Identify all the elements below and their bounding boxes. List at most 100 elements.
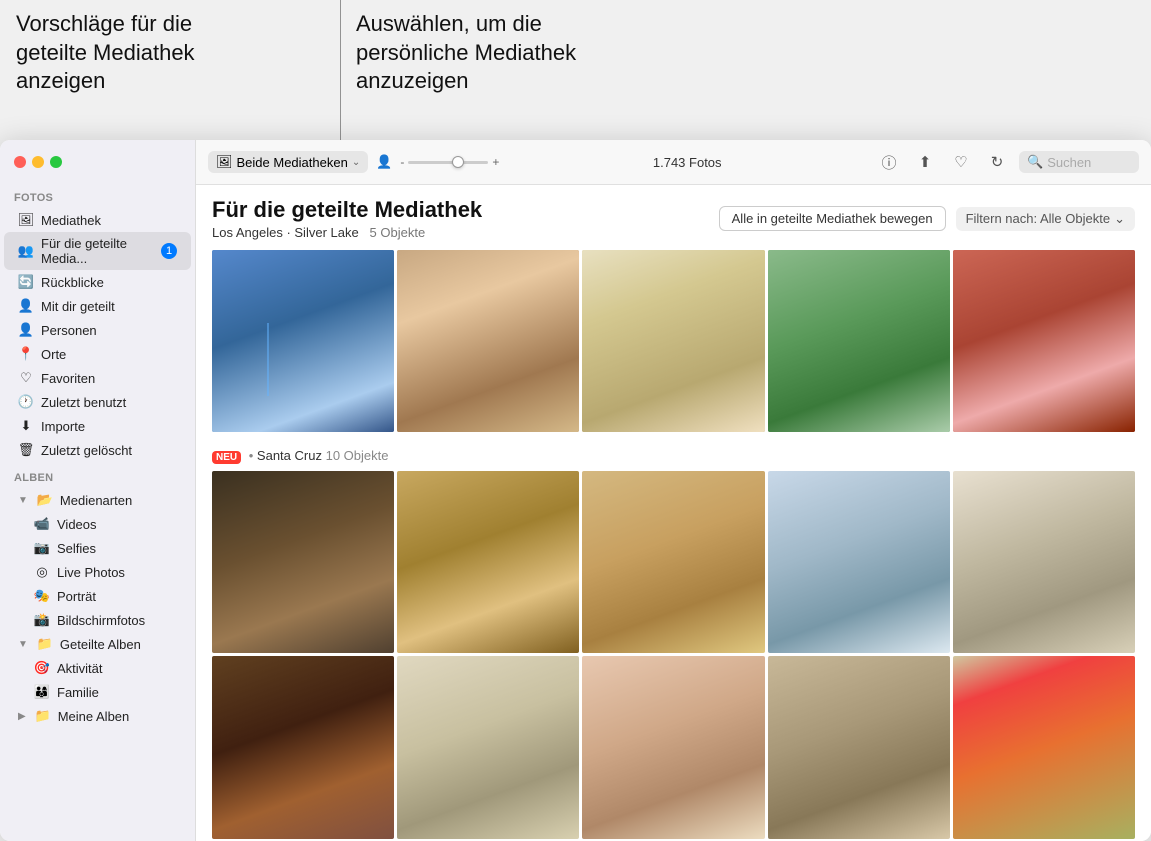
photo-cell[interactable] — [953, 471, 1135, 653]
sidebar-item-videos[interactable]: 📹 Videos — [4, 512, 191, 536]
search-bar[interactable]: 🔍 Suchen — [1019, 151, 1139, 173]
section-actions: Alle in geteilte Mediathek bewegen Filte… — [719, 206, 1135, 231]
imports-icon: ⬇ — [18, 418, 34, 434]
sidebar-item-medienarten[interactable]: ▼ 📂 Medienarten — [4, 488, 191, 512]
move-to-shared-button[interactable]: Alle in geteilte Mediathek bewegen — [719, 206, 946, 231]
photo-cell[interactable] — [768, 471, 950, 653]
live-photos-icon: ◎ — [34, 564, 50, 580]
toolbar-center: 1.743 Fotos — [507, 155, 867, 170]
sidebar-item-aktivitaet[interactable]: 🎯 Aktivität — [4, 656, 191, 680]
toolbar: 🖼 Beide Mediatheken ⌄ 👤 - + 1.743 Fotos … — [196, 140, 1151, 185]
section-title: Für die geteilte Mediathek — [212, 197, 482, 223]
photo-cell[interactable] — [212, 250, 394, 432]
photo-grid-2 — [212, 471, 1135, 838]
portrait-icon: 🎭 — [34, 588, 50, 604]
annotation-left: Vorschläge für die geteilte Mediathek an… — [0, 0, 340, 140]
photo-cell[interactable] — [212, 656, 394, 838]
photo-cell[interactable] — [397, 471, 579, 653]
filter-label: Filtern nach: Alle Objekte — [966, 211, 1111, 226]
library-icon: 🖼 — [18, 212, 34, 228]
photo-cell[interactable] — [397, 250, 579, 432]
search-icon: 🔍 — [1027, 154, 1043, 170]
sidebar-badge: 1 — [161, 243, 177, 259]
sidebar-item-favoriten[interactable]: ♡ Favoriten — [4, 366, 191, 390]
sidebar-item-label: Porträt — [57, 589, 96, 604]
faces-icon: 👤 — [376, 154, 392, 169]
search-placeholder: Suchen — [1047, 155, 1091, 170]
photo-cell[interactable] — [212, 471, 394, 653]
recently-deleted-icon: 🗑 — [18, 442, 34, 458]
shared-albums-icon: 📁 — [37, 636, 53, 652]
sidebar-item-label: Videos — [57, 517, 97, 532]
slider-thumb[interactable] — [452, 156, 464, 168]
sidebar-item-label: Zuletzt benutzt — [41, 395, 126, 410]
sidebar-item-geteilte-alben[interactable]: ▼ 📁 Geteilte Alben — [4, 632, 191, 656]
photo-cell[interactable] — [397, 656, 579, 838]
photo-cell[interactable] — [582, 250, 764, 432]
sidebar-item-live-photos[interactable]: ◎ Live Photos — [4, 560, 191, 584]
sidebar-item-label: Meine Alben — [58, 709, 130, 724]
favorites-icon: ♡ — [18, 370, 34, 386]
photo-cell[interactable] — [953, 656, 1135, 838]
sidebar-item-label: Personen — [41, 323, 97, 338]
zoom-plus-icon[interactable]: + — [492, 155, 499, 169]
location-label: Los Angeles · Silver Lake — [212, 225, 359, 240]
photo-count: 1.743 Fotos — [653, 155, 722, 170]
photo-cell[interactable] — [953, 250, 1135, 432]
sidebar-section-alben: Alben — [0, 462, 195, 488]
rotate-button[interactable]: ↻ — [983, 148, 1011, 176]
annotation-right: Auswählen, um die persönliche Mediathek … — [340, 0, 1151, 140]
info-button[interactable]: ⓘ — [875, 148, 903, 176]
filter-chevron-icon: ⌄ — [1114, 211, 1125, 227]
slider-track[interactable] — [408, 161, 488, 164]
maximize-button[interactable] — [50, 156, 62, 168]
zoom-slider[interactable]: - + — [400, 155, 499, 169]
zoom-minus-icon[interactable]: - — [400, 155, 404, 169]
sidebar-item-label: Für die geteilte Media... — [41, 236, 154, 266]
minimize-button[interactable] — [32, 156, 44, 168]
sidebar-item-label: Orte — [41, 347, 66, 362]
media-types-icon: 📂 — [37, 492, 53, 508]
faces-toggle-button[interactable]: 👤 — [376, 154, 392, 170]
photo-cell[interactable] — [582, 656, 764, 838]
filter-button[interactable]: Filtern nach: Alle Objekte ⌄ — [956, 207, 1135, 231]
sidebar-item-meine-alben[interactable]: ▶ 📁 Meine Alben — [4, 704, 191, 728]
sidebar-item-portrait[interactable]: 🎭 Porträt — [4, 584, 191, 608]
sidebar-item-selfies[interactable]: 📷 Selfies — [4, 536, 191, 560]
disclosure-icon: ▼ — [18, 639, 28, 650]
photo-grid-1 — [212, 250, 1135, 432]
sidebar-item-zuletzt-benutzt[interactable]: 🕐 Zuletzt benutzt — [4, 390, 191, 414]
photo-cell[interactable] — [768, 250, 950, 432]
heart-button[interactable]: ♡ — [947, 148, 975, 176]
sidebar-item-familie[interactable]: 👨‍👩‍👦 Familie — [4, 680, 191, 704]
chevron-down-icon: ⌄ — [352, 157, 360, 168]
app-window: Fotos 🖼 Mediathek 👥 Für die geteilte Med… — [0, 140, 1151, 841]
sidebar-item-mediathek[interactable]: 🖼 Mediathek — [4, 208, 191, 232]
sidebar-item-label: Mediathek — [41, 213, 101, 228]
places-icon: 📍 — [18, 346, 34, 362]
shared-with-you-icon: 👤 — [18, 298, 34, 314]
sidebar-item-rueckblicke[interactable]: 🔄 Rückblicke — [4, 270, 191, 294]
sidebar-item-shared-library[interactable]: 👥 Für die geteilte Media... 1 — [4, 232, 191, 270]
sidebar-item-importe[interactable]: ⬇ Importe — [4, 414, 191, 438]
main-content: 🖼 Beide Mediatheken ⌄ 👤 - + 1.743 Fotos … — [196, 140, 1151, 841]
subsection-santa-cruz: NEU • Santa Cruz 10 Objekte — [212, 448, 1135, 463]
photo-cell[interactable] — [768, 656, 950, 838]
sidebar-item-label: Aktivität — [57, 661, 103, 676]
sidebar: Fotos 🖼 Mediathek 👥 Für die geteilte Med… — [0, 140, 196, 841]
my-albums-icon: 📁 — [35, 708, 51, 724]
location-label-2: Santa Cruz — [257, 448, 322, 463]
share-button[interactable]: ⬆ — [911, 148, 939, 176]
photo-cell[interactable] — [582, 471, 764, 653]
sidebar-item-screenshots[interactable]: 📸 Bildschirmfotos — [4, 608, 191, 632]
library-picker[interactable]: 🖼 Beide Mediatheken ⌄ — [208, 151, 368, 173]
sidebar-item-label: Rückblicke — [41, 275, 104, 290]
sidebar-item-shared-with-you[interactable]: 👤 Mit dir geteilt — [4, 294, 191, 318]
content-area[interactable]: Für die geteilte Mediathek Los Angeles ·… — [196, 185, 1151, 841]
close-button[interactable] — [14, 156, 26, 168]
sidebar-item-personen[interactable]: 👤 Personen — [4, 318, 191, 342]
shared-library-icon: 👥 — [18, 243, 34, 259]
section-1-header: Für die geteilte Mediathek Los Angeles ·… — [212, 197, 1135, 240]
sidebar-item-orte[interactable]: 📍 Orte — [4, 342, 191, 366]
sidebar-item-zuletzt-geloescht[interactable]: 🗑 Zuletzt gelöscht — [4, 438, 191, 462]
